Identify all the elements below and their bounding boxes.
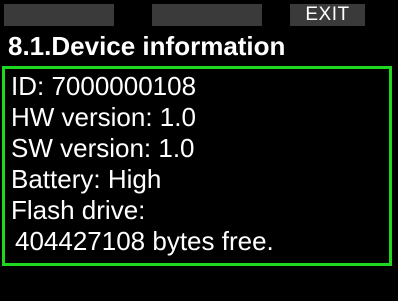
battery-status: Battery: High (11, 164, 162, 194)
hw-version: HW version: 1.0 (11, 102, 196, 132)
softkey-left[interactable] (4, 4, 114, 26)
flash-drive-label: Flash drive: (11, 195, 146, 225)
device-info-panel: ID: 7000000108 HW version: 1.0 SW versio… (2, 66, 392, 266)
exit-button[interactable]: EXIT (290, 4, 365, 26)
page-title: 8.1.Device information (8, 31, 286, 61)
softkey-bar: EXIT (0, 0, 398, 26)
sw-version: SW version: 1.0 (11, 133, 195, 163)
softkey-middle[interactable] (152, 4, 262, 26)
flash-free-space: 404427108 bytes free. (15, 226, 274, 256)
device-id: ID: 7000000108 (11, 71, 197, 101)
